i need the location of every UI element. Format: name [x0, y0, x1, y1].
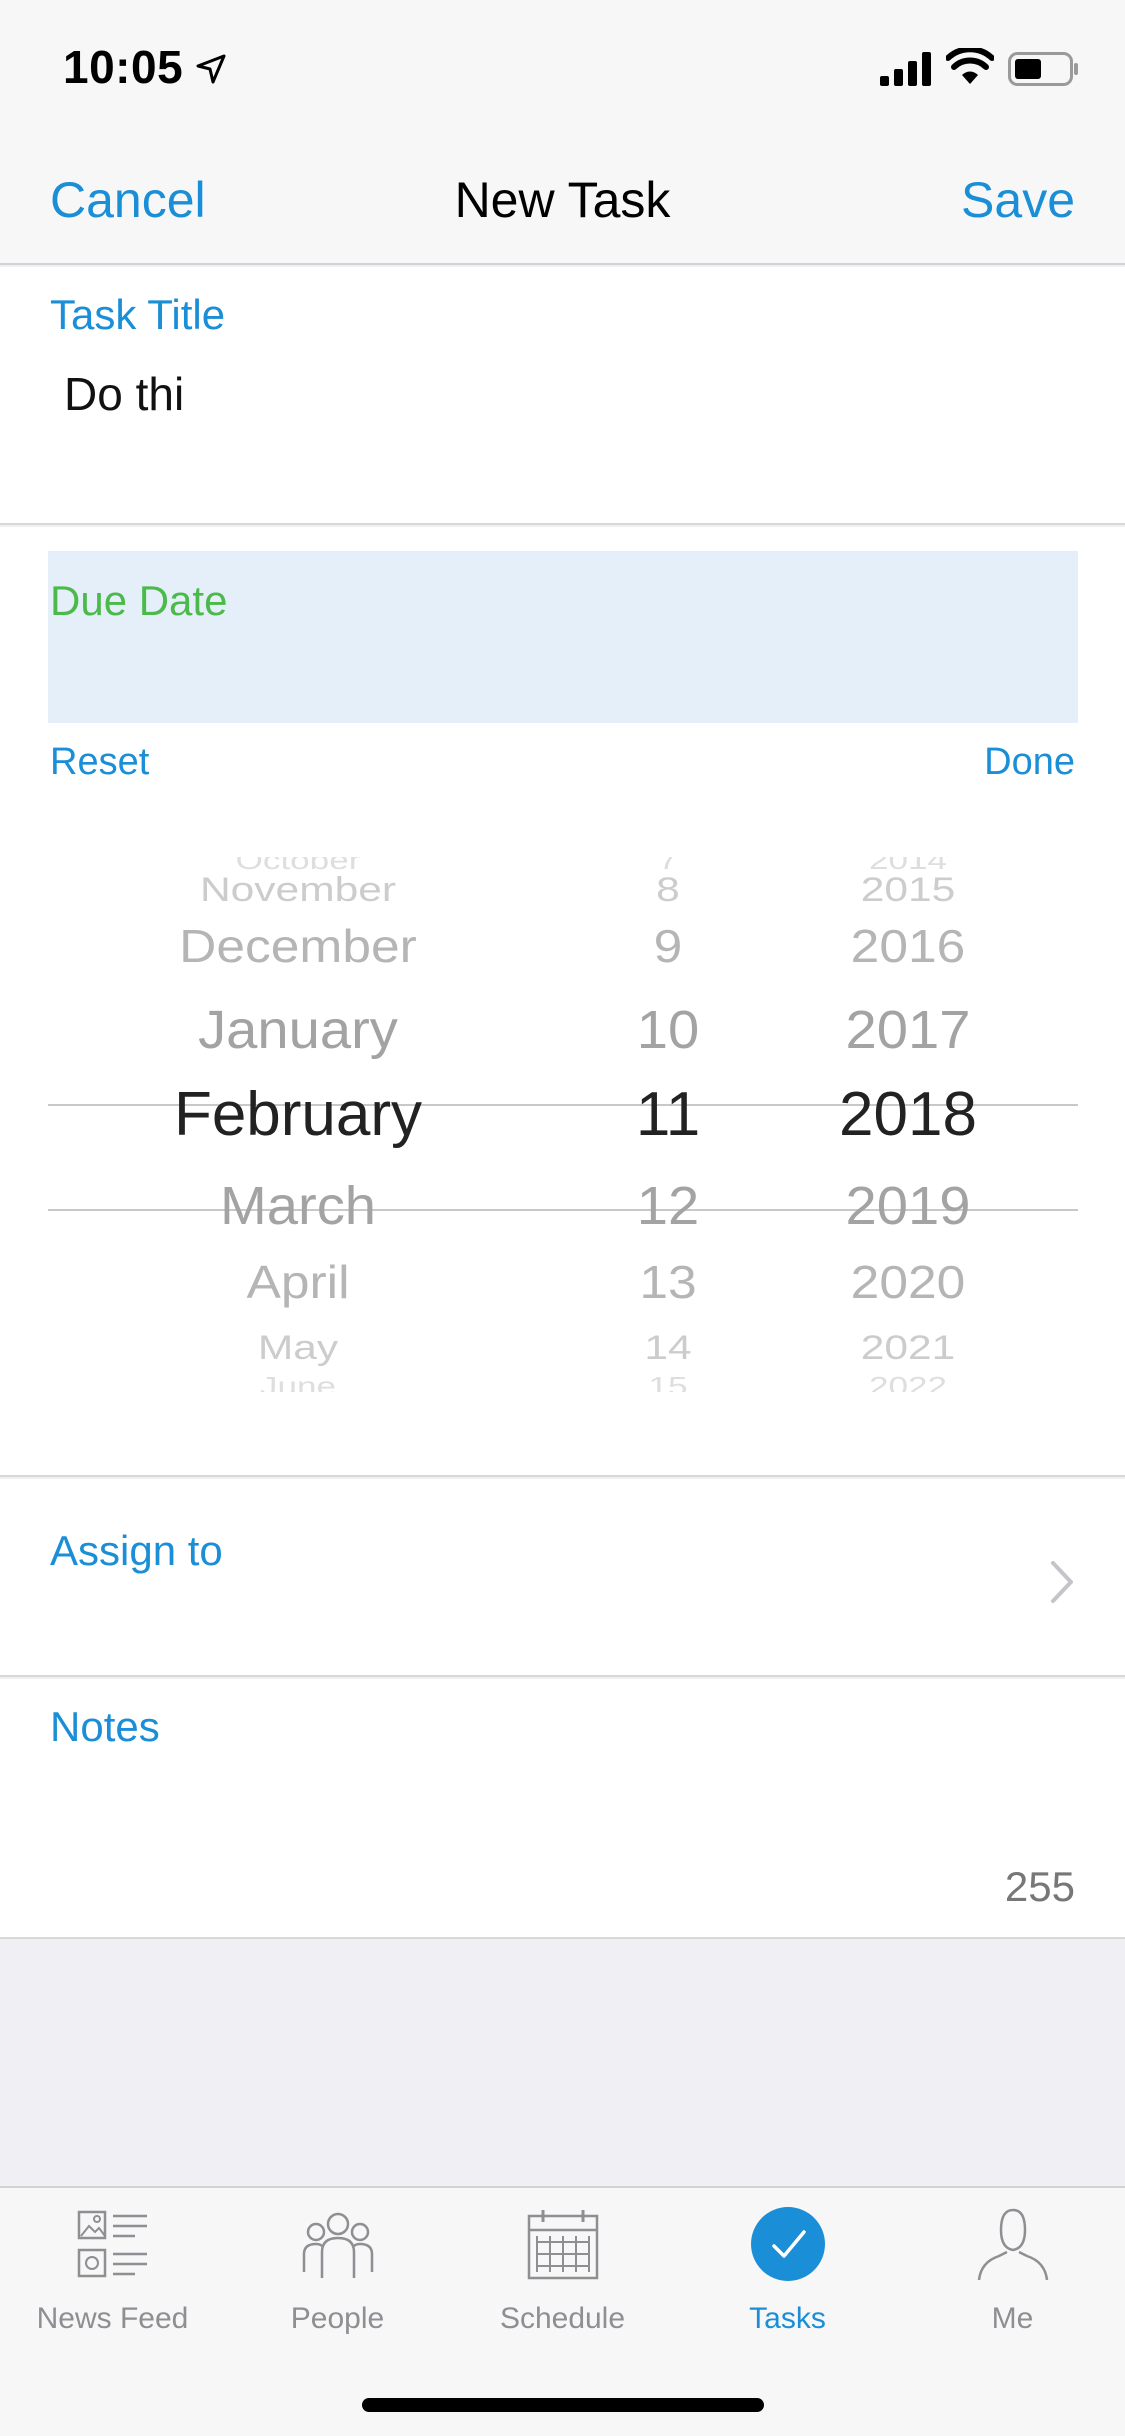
- picker-option[interactable]: 2022: [746, 1371, 1070, 1392]
- picker-option[interactable]: March: [48, 1175, 558, 1237]
- notes-section[interactable]: Notes 255: [0, 1679, 1125, 1939]
- picker-selected-value[interactable]: February: [48, 1079, 548, 1150]
- day-wheel[interactable]: 7 8 9 10 11 12 13 14 15: [548, 857, 788, 1392]
- picker-option[interactable]: 2020: [774, 1255, 1043, 1309]
- picker-option[interactable]: 2019: [783, 1175, 1033, 1237]
- tab-label: People: [290, 2302, 385, 2335]
- picker-option[interactable]: 2015: [758, 871, 1058, 910]
- due-date-label: Due Date: [50, 577, 228, 624]
- task-title-section: Task Title Do thi: [0, 267, 1125, 525]
- tab-label: Tasks: [749, 2302, 826, 2335]
- date-picker[interactable]: October November December January February Ma…: [48, 857, 1078, 1392]
- picker-selected-value[interactable]: 2018: [788, 1079, 1028, 1150]
- checkmark-circle-icon: [751, 2207, 825, 2281]
- tab-label: Me: [991, 2302, 1034, 2335]
- cancel-button[interactable]: Cancel: [50, 171, 206, 229]
- cellular-signal-icon: [880, 52, 931, 86]
- year-wheel[interactable]: 2014 2015 2016 2017 2018 2019 2020 2021 2022: [788, 857, 1028, 1392]
- battery-icon: [1008, 52, 1078, 86]
- picker-option[interactable]: December: [48, 919, 578, 973]
- location-arrow-icon: [196, 54, 226, 84]
- tab-label: Schedule: [499, 2302, 626, 2335]
- people-icon: [302, 2212, 374, 2278]
- calendar-icon: [527, 2210, 599, 2280]
- due-date-field[interactable]: Due Date: [48, 551, 1078, 723]
- news-feed-icon: [77, 2210, 147, 2278]
- reset-button[interactable]: Reset: [50, 741, 149, 784]
- person-icon: [977, 2208, 1049, 2281]
- picker-option[interactable]: 2016: [774, 919, 1043, 973]
- picker-option[interactable]: 13: [534, 1255, 803, 1309]
- picker-option[interactable]: 10: [543, 999, 793, 1061]
- due-date-section: Due Date Reset Done October November Decem…: [0, 527, 1125, 1477]
- done-button[interactable]: Done: [984, 741, 1075, 784]
- picker-option[interactable]: 9: [534, 919, 803, 973]
- assign-to-row[interactable]: Assign to: [0, 1479, 1125, 1677]
- task-title-input[interactable]: Do thi: [64, 367, 184, 421]
- task-title-label: Task Title: [50, 291, 226, 338]
- picker-option[interactable]: April: [48, 1255, 578, 1309]
- status-time: 10:05: [63, 41, 184, 93]
- home-indicator: [362, 2398, 764, 2412]
- tab-me[interactable]: Me: [900, 2188, 1125, 2368]
- tab-label: News Feed: [36, 2302, 189, 2335]
- picker-option[interactable]: January: [48, 999, 558, 1061]
- notes-character-count: 255: [1004, 1863, 1075, 1910]
- tab-schedule[interactable]: Schedule: [450, 2188, 675, 2368]
- picker-option[interactable]: 2021: [758, 1329, 1058, 1368]
- tab-tasks[interactable]: Tasks: [675, 2188, 900, 2368]
- chevron-right-icon: [1051, 1561, 1073, 1603]
- tab-news-feed[interactable]: News Feed: [0, 2188, 225, 2368]
- assign-to-label: Assign to: [50, 1527, 223, 1574]
- picker-option[interactable]: 12: [543, 1175, 793, 1237]
- picker-selected-value[interactable]: 11: [548, 1079, 788, 1150]
- status-bar: 10:05: [0, 0, 1125, 135]
- tab-people[interactable]: People: [225, 2188, 450, 2368]
- notes-label: Notes: [50, 1703, 160, 1750]
- wifi-icon: [946, 48, 994, 84]
- picker-option[interactable]: 2017: [783, 999, 1033, 1061]
- save-button[interactable]: Save: [961, 171, 1075, 229]
- month-wheel[interactable]: October November December January February Ma…: [48, 857, 548, 1392]
- navigation-bar: Cancel New Task Save: [0, 135, 1125, 265]
